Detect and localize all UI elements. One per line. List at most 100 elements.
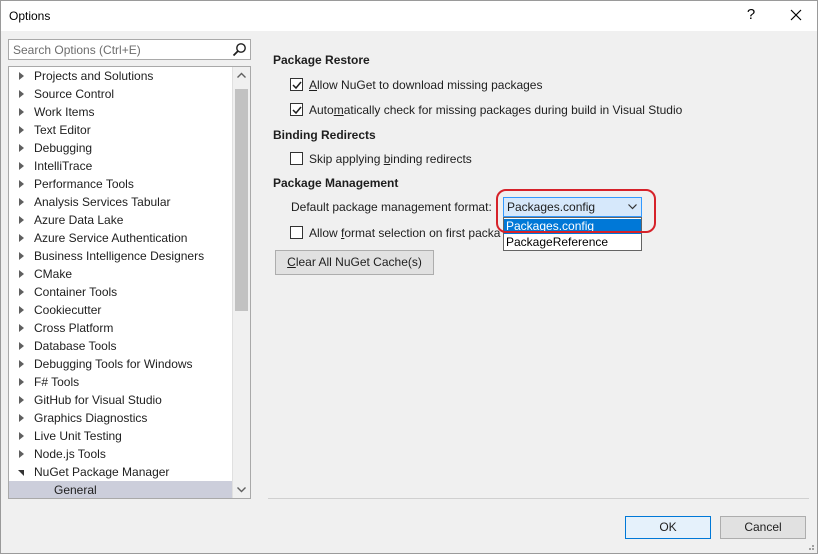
tree-item-label: Live Unit Testing xyxy=(34,429,122,443)
skip-binding-label: Skip applying binding redirects xyxy=(309,152,472,166)
scroll-down-icon[interactable] xyxy=(233,481,250,498)
tree-item-cmake[interactable]: CMake xyxy=(9,265,232,283)
tree-item-nuget-package-manager[interactable]: NuGet Package Manager xyxy=(9,463,232,481)
tree-item-debugging-tools-for-windows[interactable]: Debugging Tools for Windows xyxy=(9,355,232,373)
tree-item-label: Debugging Tools for Windows xyxy=(34,357,193,371)
tree-item-label: Business Intelligence Designers xyxy=(34,249,205,263)
tree-item-label: General xyxy=(54,483,97,497)
tree-item-label: GitHub for Visual Studio xyxy=(34,393,162,407)
tree-item-graphics-diagnostics[interactable]: Graphics Diagnostics xyxy=(9,409,232,427)
collapsed-arrow-icon[interactable] xyxy=(19,234,24,242)
collapsed-arrow-icon[interactable] xyxy=(19,288,24,296)
window-title: Options xyxy=(9,9,51,23)
search-icon[interactable] xyxy=(232,42,247,57)
tree-item-container-tools[interactable]: Container Tools xyxy=(9,283,232,301)
tree-item-label: Node.js Tools xyxy=(34,447,106,461)
collapsed-arrow-icon[interactable] xyxy=(19,72,24,80)
allow-download-label: Allow NuGet to download missing packages xyxy=(309,78,543,92)
tree-item-cross-platform[interactable]: Cross Platform xyxy=(9,319,232,337)
collapsed-arrow-icon[interactable] xyxy=(19,414,24,422)
tree-item-database-tools[interactable]: Database Tools xyxy=(9,337,232,355)
tree-item-github-for-visual-studio[interactable]: GitHub for Visual Studio xyxy=(9,391,232,409)
collapsed-arrow-icon[interactable] xyxy=(19,324,24,332)
collapsed-arrow-icon[interactable] xyxy=(19,342,24,350)
tree-item-label: Cookiecutter xyxy=(34,303,102,317)
format-label: Default package management format: xyxy=(291,200,492,214)
collapsed-arrow-icon[interactable] xyxy=(19,162,24,170)
tree-item-node-js-tools[interactable]: Node.js Tools xyxy=(9,445,232,463)
collapsed-arrow-icon[interactable] xyxy=(19,450,24,458)
dropdown-option-packagereference[interactable]: PackageReference xyxy=(504,235,641,250)
collapsed-arrow-icon[interactable] xyxy=(19,306,24,314)
footer-separator xyxy=(268,498,809,499)
tree-item-azure-service-authentication[interactable]: Azure Service Authentication xyxy=(9,229,232,247)
scroll-up-icon[interactable] xyxy=(233,67,250,84)
tree-list: Projects and Solutions Source Control Work… xyxy=(9,67,232,498)
tree-item-label: Debugging xyxy=(34,141,93,155)
tree-item-performance-tools[interactable]: Performance Tools xyxy=(9,175,232,193)
tree-item-debugging[interactable]: Debugging xyxy=(9,139,232,157)
skip-binding-option[interactable]: Skip applying binding redirects xyxy=(290,151,540,167)
collapsed-arrow-icon[interactable] xyxy=(19,90,24,98)
checkmark-icon xyxy=(292,106,302,115)
tree-item-general[interactable]: General xyxy=(9,481,232,498)
tree-item-projects-and-solutions[interactable]: Projects and Solutions xyxy=(9,67,232,85)
help-button[interactable]: ? xyxy=(741,6,761,26)
tree-item-source-control[interactable]: Source Control xyxy=(9,85,232,103)
search-input[interactable] xyxy=(9,40,229,59)
ok-button[interactable]: OK xyxy=(625,516,711,539)
auto-check-checkbox[interactable] xyxy=(290,103,303,116)
tree-item-label: CMake xyxy=(34,267,73,281)
collapsed-arrow-icon[interactable] xyxy=(19,126,24,134)
collapsed-arrow-icon[interactable] xyxy=(19,252,24,260)
tree-item-label: Graphics Diagnostics xyxy=(34,411,148,425)
collapsed-arrow-icon[interactable] xyxy=(19,180,24,188)
tree-item-cookiecutter[interactable]: Cookiecutter xyxy=(9,301,232,319)
close-button[interactable] xyxy=(785,6,807,26)
tree-item-label: Text Editor xyxy=(34,123,91,137)
tree-item-label: Projects and Solutions xyxy=(34,69,154,83)
tree-item-work-items[interactable]: Work Items xyxy=(9,103,232,121)
tree-item-live-unit-testing[interactable]: Live Unit Testing xyxy=(9,427,232,445)
resize-grip-icon[interactable] xyxy=(805,541,815,551)
cancel-button[interactable]: Cancel xyxy=(720,516,806,539)
collapsed-arrow-icon[interactable] xyxy=(19,432,24,440)
allow-download-option[interactable]: Allow NuGet to download missing packages xyxy=(290,77,590,93)
tree-item-business-intelligence-designers[interactable]: Business Intelligence Designers xyxy=(9,247,232,265)
tree-item-text-editor[interactable]: Text Editor xyxy=(9,121,232,139)
expanded-arrow-icon[interactable] xyxy=(18,470,24,476)
package-restore-heading: Package Restore xyxy=(273,53,370,67)
allow-format-checkbox[interactable] xyxy=(290,226,303,239)
tree-item-label: Cross Platform xyxy=(34,321,114,335)
scroll-thumb[interactable] xyxy=(235,89,248,311)
auto-check-option[interactable]: Automatically check for missing packages… xyxy=(290,102,710,118)
tree-item-analysis-services-tabular[interactable]: Analysis Services Tabular xyxy=(9,193,232,211)
tree-item-f-tools[interactable]: F# Tools xyxy=(9,373,232,391)
tree-item-label: Work Items xyxy=(34,105,95,119)
package-management-heading: Package Management xyxy=(273,176,399,190)
options-tree: Projects and Solutions Source Control Work… xyxy=(8,66,251,499)
collapsed-arrow-icon[interactable] xyxy=(19,360,24,368)
tree-item-label: Azure Service Authentication xyxy=(34,231,188,245)
allow-format-option[interactable]: Allow format selection on first packa xyxy=(290,225,502,241)
collapsed-arrow-icon[interactable] xyxy=(19,198,24,206)
collapsed-arrow-icon[interactable] xyxy=(19,378,24,386)
collapsed-arrow-icon[interactable] xyxy=(19,396,24,404)
tree-item-intellitrace[interactable]: IntelliTrace xyxy=(9,157,232,175)
options-dialog: Options ? Projects and Solutions Source C… xyxy=(0,0,818,554)
skip-binding-checkbox[interactable] xyxy=(290,152,303,165)
tree-item-azure-data-lake[interactable]: Azure Data Lake xyxy=(9,211,232,229)
tree-item-label: F# Tools xyxy=(34,375,80,389)
search-box xyxy=(8,39,251,60)
tree-scrollbar[interactable] xyxy=(232,67,250,498)
tree-item-label: Performance Tools xyxy=(34,177,134,191)
allow-download-checkbox[interactable] xyxy=(290,78,303,91)
collapsed-arrow-icon[interactable] xyxy=(19,216,24,224)
collapsed-arrow-icon[interactable] xyxy=(19,270,24,278)
collapsed-arrow-icon[interactable] xyxy=(19,144,24,152)
tree-item-label: Analysis Services Tabular xyxy=(34,195,171,209)
collapsed-arrow-icon[interactable] xyxy=(19,108,24,116)
tree-item-label: Container Tools xyxy=(34,285,118,299)
tree-item-label: Source Control xyxy=(34,87,115,101)
clear-cache-button[interactable]: Clear All NuGet Cache(s) xyxy=(275,250,434,275)
